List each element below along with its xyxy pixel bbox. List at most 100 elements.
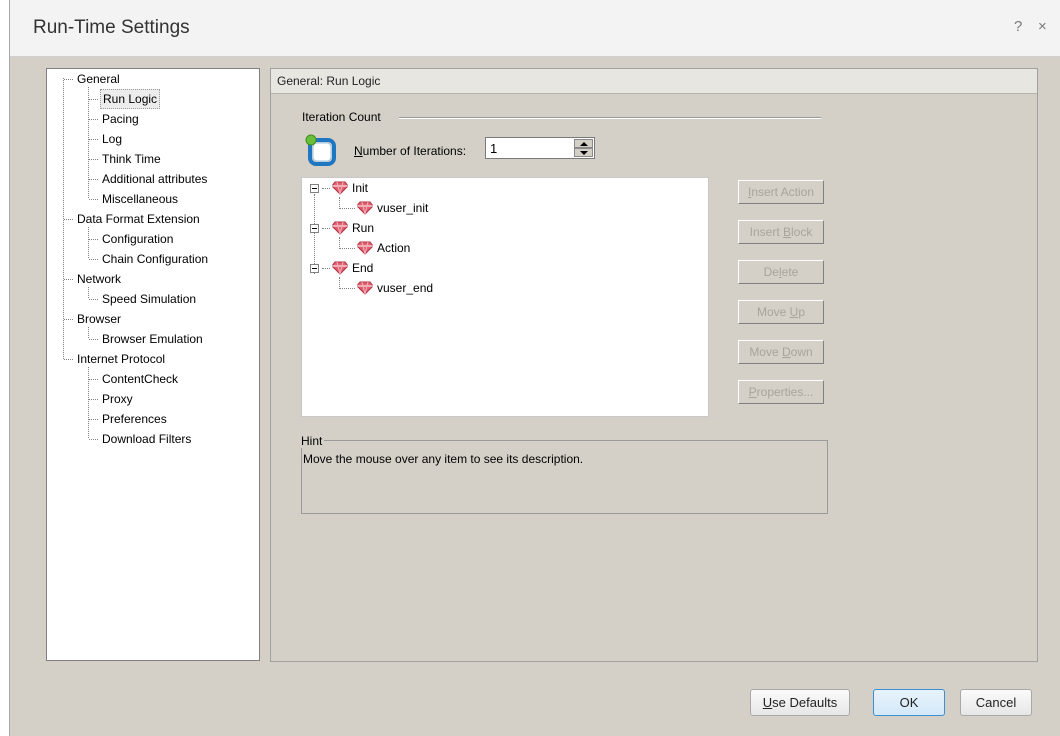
tree-connector <box>89 258 98 260</box>
nav-item-pacing[interactable]: Pacing <box>89 110 141 128</box>
nav-item-speed-simulation[interactable]: Speed Simulation <box>89 290 198 308</box>
nav-item-download-filters[interactable]: Download Filters <box>89 430 193 448</box>
tree-connector <box>322 267 330 269</box>
action-item-vuser_end[interactable]: vuser_end <box>339 279 433 297</box>
action-label: Init <box>352 181 369 195</box>
action-item-action[interactable]: Action <box>339 239 410 257</box>
nav-item-data-format-extension[interactable]: Data Format Extension <box>64 210 202 228</box>
collapse-icon[interactable] <box>310 263 319 273</box>
button-label-pre: De <box>763 265 779 279</box>
spin-up-button[interactable] <box>574 139 593 148</box>
nav-item-contentcheck[interactable]: ContentCheck <box>89 370 180 388</box>
iterations-label-text: umber of Iterations: <box>362 144 467 158</box>
properties-button[interactable]: Properties... <box>738 380 824 404</box>
action-item-vuser_init[interactable]: vuser_init <box>339 199 428 217</box>
tree-connector <box>64 78 73 80</box>
nav-item-browser-emulation[interactable]: Browser Emulation <box>89 330 205 348</box>
tree-connector <box>89 398 98 400</box>
iterations-spinbox[interactable] <box>485 137 595 159</box>
nav-item-label: Browser Emulation <box>102 332 203 346</box>
tree-connector <box>64 278 73 280</box>
panel-title: General: Run Logic <box>277 74 381 88</box>
iterations-label: Number of Iterations: <box>354 144 466 158</box>
action-gem-icon <box>332 181 352 195</box>
nav-item-label: Miscellaneous <box>102 192 179 206</box>
tree-connector <box>89 198 98 200</box>
nav-item-think-time[interactable]: Think Time <box>89 150 163 168</box>
collapse-icon[interactable] <box>310 223 319 233</box>
nav-item-browser[interactable]: Browser <box>64 310 123 328</box>
action-section-end[interactable]: End <box>310 259 373 277</box>
nav-item-network[interactable]: Network <box>64 270 123 288</box>
action-section-run[interactable]: Run <box>310 219 374 237</box>
iteration-count-group-label: Iteration Count <box>302 110 381 124</box>
panel-header: General: Run Logic <box>271 69 1037 94</box>
action-label: vuser_init <box>377 201 429 215</box>
nav-item-label: Speed Simulation <box>102 292 197 306</box>
nav-item-log[interactable]: Log <box>89 130 124 148</box>
button-label-post: own <box>790 345 813 359</box>
nav-item-general[interactable]: General <box>64 70 122 88</box>
nav-item-label: Data Format Extension <box>77 212 200 226</box>
use-defaults-button[interactable]: Use Defaults <box>750 689 850 716</box>
button-label-post: ete <box>781 265 799 279</box>
use-defaults-label: se Defaults <box>772 695 838 710</box>
nav-item-miscellaneous[interactable]: Miscellaneous <box>89 190 180 208</box>
run-time-settings-dialog: Run-Time Settings ? × General Run Logic Pa… <box>9 0 1060 736</box>
move-up-button[interactable]: Move Up <box>738 300 824 324</box>
tree-connector <box>339 207 355 209</box>
group-divider <box>399 117 821 119</box>
nav-item-preferences[interactable]: Preferences <box>89 410 169 428</box>
action-gem-icon <box>357 201 377 215</box>
nav-item-chain-configuration[interactable]: Chain Configuration <box>89 250 210 268</box>
collapse-icon[interactable] <box>310 183 319 193</box>
button-label-post: lock <box>791 225 813 239</box>
tree-connector <box>339 287 355 289</box>
dialog-title: Run-Time Settings <box>33 17 190 38</box>
move-down-button[interactable]: Move Down <box>738 340 824 364</box>
delete-button[interactable]: Delete <box>738 260 824 284</box>
tree-connector <box>89 338 98 340</box>
title-bar: Run-Time Settings ? × <box>10 0 1060 57</box>
button-label-pre: Move <box>756 305 790 319</box>
ok-button[interactable]: OK <box>873 689 945 716</box>
nav-item-label: Network <box>77 272 122 286</box>
button-label-post: nsert Action <box>751 185 815 199</box>
action-section-init[interactable]: Init <box>310 179 368 197</box>
nav-item-label: Preferences <box>102 412 167 426</box>
nav-item-label: Proxy <box>102 392 133 406</box>
cancel-button[interactable]: Cancel <box>960 689 1032 716</box>
tree-connector <box>89 98 98 100</box>
action-label: End <box>352 261 374 275</box>
tree-connector <box>64 358 73 360</box>
nav-item-proxy[interactable]: Proxy <box>89 390 135 408</box>
action-gem-icon <box>332 221 352 235</box>
tree-connector <box>64 218 73 220</box>
action-gem-icon <box>357 281 377 295</box>
nav-item-internet-protocol[interactable]: Internet Protocol <box>64 350 167 368</box>
close-icon[interactable]: × <box>1038 18 1047 35</box>
insert-block-button[interactable]: Insert Block <box>738 220 824 244</box>
help-icon[interactable]: ? <box>1014 18 1022 35</box>
tree-connector <box>89 158 98 160</box>
nav-item-label: Log <box>102 132 123 146</box>
tree-connector <box>89 238 98 240</box>
insert-action-button[interactable]: Insert Action <box>738 180 824 204</box>
tree-connector <box>322 227 330 229</box>
nav-item-label: General <box>77 72 120 86</box>
run-logic-panel: General: Run Logic Iteration Count Numbe… <box>270 68 1038 662</box>
nav-item-run-logic[interactable]: Run Logic <box>89 89 161 109</box>
action-label: vuser_end <box>377 281 434 295</box>
action-label: Action <box>377 241 411 255</box>
button-label-key: B <box>783 225 792 239</box>
nav-item-label: Pacing <box>102 112 139 126</box>
nav-item-label: Think Time <box>102 152 161 166</box>
nav-item-label: Run Logic <box>100 89 161 109</box>
nav-item-configuration[interactable]: Configuration <box>89 230 175 248</box>
nav-item-label: Internet Protocol <box>77 352 166 366</box>
tree-connector <box>89 118 98 120</box>
spin-down-button[interactable] <box>574 148 593 157</box>
nav-item-additional-attributes[interactable]: Additional attributes <box>89 170 209 188</box>
button-label-pre: Insert <box>749 225 783 239</box>
iterations-input[interactable] <box>488 140 576 156</box>
